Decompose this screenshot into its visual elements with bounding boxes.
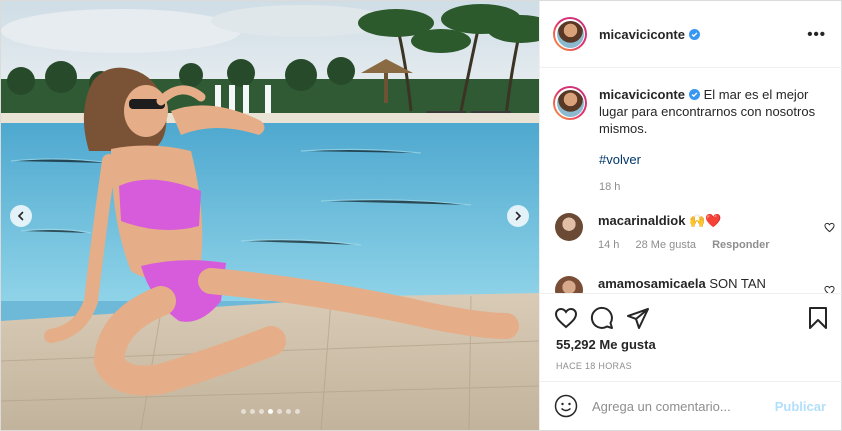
carousel-prev-button[interactable] (10, 205, 32, 227)
comment-username[interactable]: amamosamicaela (598, 276, 706, 291)
comment-icon[interactable] (590, 306, 614, 330)
caption-avatar[interactable] (553, 86, 587, 120)
reply-button[interactable]: Responder (712, 239, 769, 251)
more-options-icon[interactable]: ••• (807, 26, 826, 43)
comment-item: macarinaldiok 🙌❤️ 14 h 28 Me gusta Respo… (555, 213, 835, 253)
comment-likes[interactable]: 28 Me gusta (635, 239, 696, 251)
commenter-avatar[interactable] (555, 276, 583, 293)
chevron-left-icon (17, 211, 24, 221)
heart-icon[interactable] (824, 285, 835, 293)
emoji-icon[interactable] (554, 394, 578, 418)
caption-username[interactable]: micaviciconte (599, 87, 685, 102)
post-caption: micaviciconte El mar es el mejor lugar p… (553, 86, 833, 196)
carousel-dot (258, 409, 264, 414)
photo-scene (1, 1, 539, 430)
bookmark-icon[interactable] (806, 306, 830, 330)
caption-timestamp[interactable]: 18 h (599, 179, 833, 196)
comment-meta: 14 h 28 Me gusta Responder (598, 237, 835, 253)
comment-username[interactable]: macarinaldiok (598, 213, 685, 228)
post-date[interactable]: HACE 18 HORAS (556, 361, 632, 371)
comment-input[interactable] (592, 398, 762, 414)
chevron-right-icon (515, 211, 522, 221)
comment-text: SON TAN (709, 276, 766, 291)
carousel-dot (294, 409, 300, 414)
comment-text: 🙌❤️ (689, 213, 722, 228)
post-header: micaviciconte ••• (540, 1, 842, 68)
carousel-dot (267, 409, 273, 414)
share-icon[interactable] (626, 306, 650, 330)
hashtag-link[interactable]: #volver (599, 151, 833, 168)
carousel-dot (249, 409, 255, 414)
author-username[interactable]: micaviciconte (599, 27, 700, 42)
post-side-panel: micaviciconte ••• micaviciconte El mar e… (539, 1, 842, 430)
comment-composer: Publicar (540, 381, 842, 430)
heart-icon[interactable] (824, 222, 835, 233)
comment-item: amamosamicaela SON TAN (555, 276, 835, 293)
commenter-avatar[interactable] (555, 213, 583, 241)
post-photo[interactable] (1, 1, 539, 430)
carousel-dot (285, 409, 291, 414)
heart-icon[interactable] (554, 306, 578, 330)
carousel-dot (240, 409, 246, 414)
carousel-dot (276, 409, 282, 414)
carousel-indicator (1, 409, 539, 414)
instagram-post: micaviciconte ••• micaviciconte El mar e… (0, 0, 842, 431)
likes-count[interactable]: 55,292 Me gusta (556, 337, 656, 352)
author-avatar[interactable] (553, 17, 587, 51)
comments-section: micaviciconte El mar es el mejor lugar p… (540, 68, 842, 293)
verified-icon (689, 28, 700, 40)
publish-button[interactable]: Publicar (775, 399, 826, 414)
avatar-image (556, 20, 584, 48)
verified-icon (689, 89, 700, 100)
carousel-next-button[interactable] (507, 205, 529, 227)
comment-time[interactable]: 14 h (598, 239, 619, 251)
post-actions: 55,292 Me gusta HACE 18 HORAS (540, 293, 842, 381)
